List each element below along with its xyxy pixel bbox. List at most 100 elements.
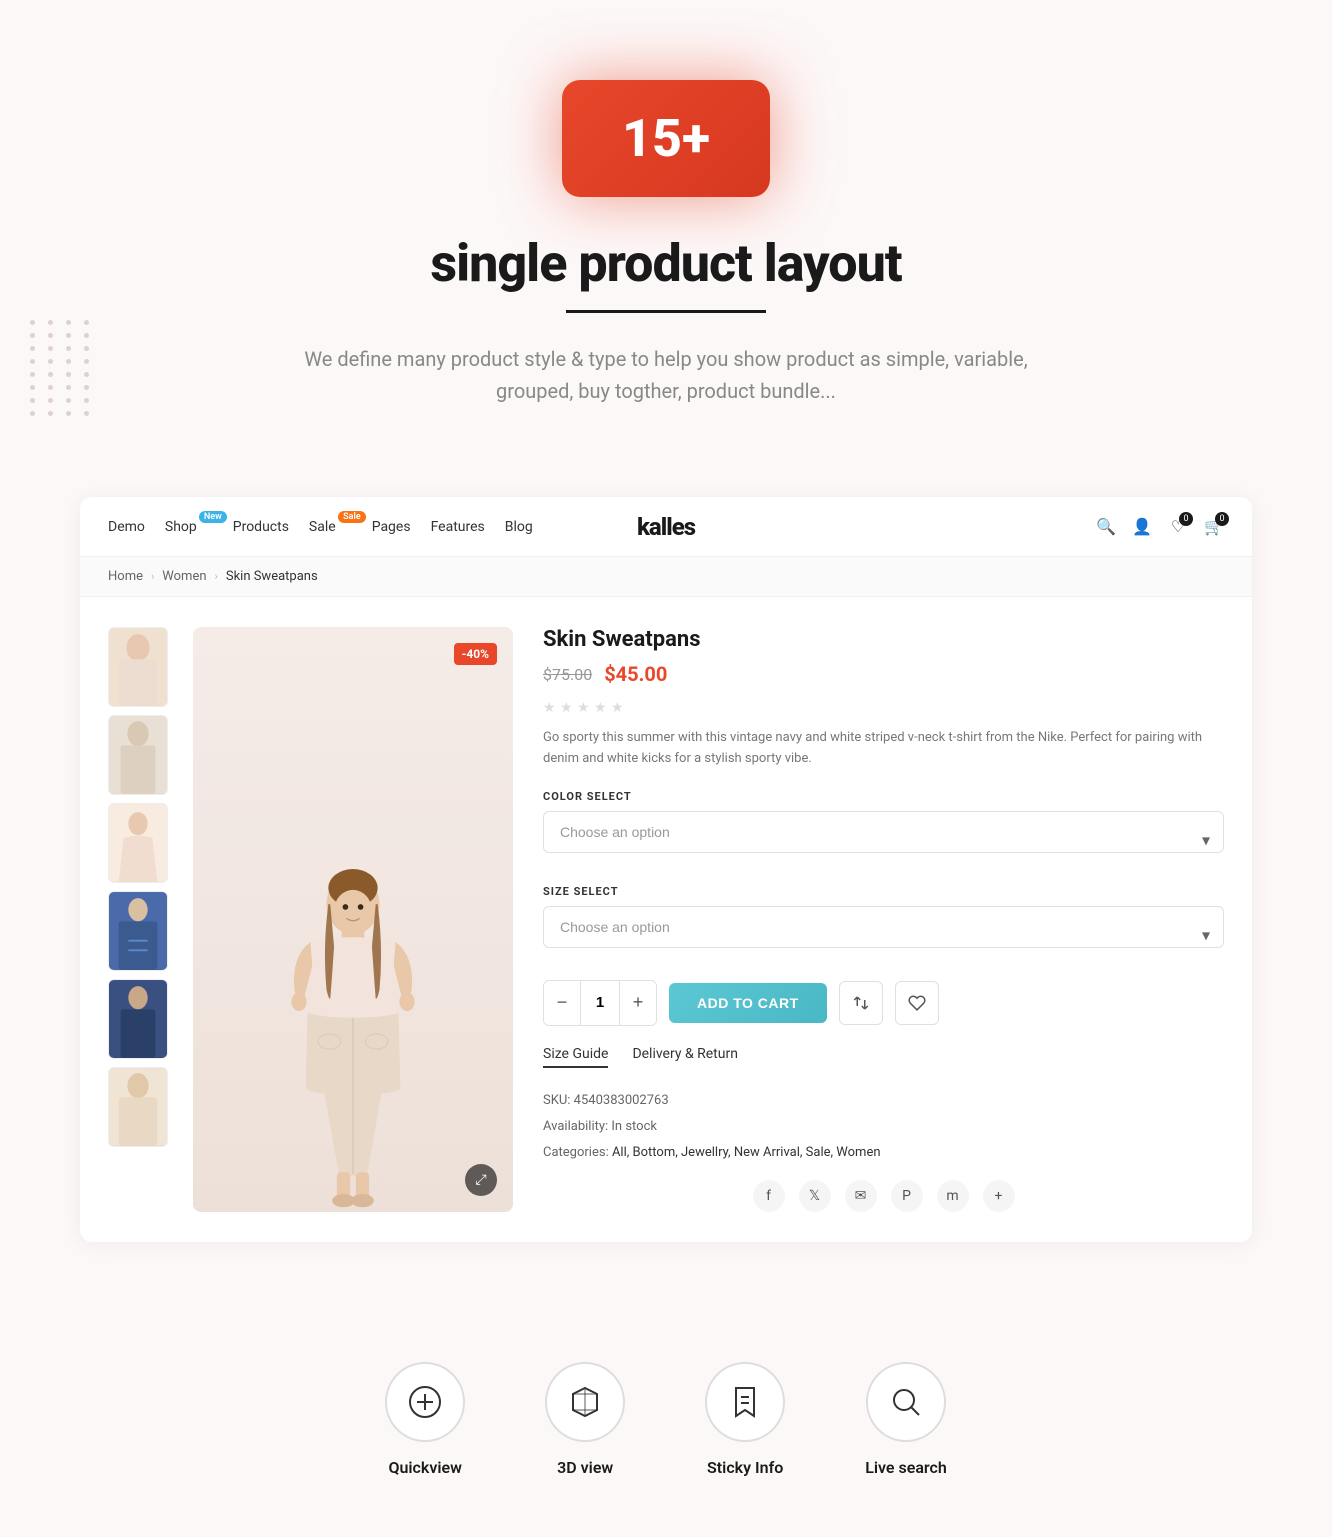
site-logo: kalles xyxy=(637,513,695,541)
thumbnail-3[interactable] xyxy=(108,803,168,883)
star-rating: ★ ★ ★ ★ ★ xyxy=(543,700,1224,714)
product-card: Demo Shop New Products Sale Sale Pages F… xyxy=(80,497,1252,1242)
nav-shop[interactable]: Shop New xyxy=(165,519,213,535)
product-sku: SKU: 4540383002763 xyxy=(543,1088,1224,1114)
account-icon[interactable]: 👤 xyxy=(1132,517,1152,537)
nav-badge-new: New xyxy=(199,511,227,523)
product-tabs: Size Guide Delivery & Return xyxy=(543,1046,1224,1068)
3dview-label: 3D view xyxy=(557,1458,613,1477)
color-select-wrap: Choose an option White Black Pink ▾ xyxy=(543,811,1224,869)
wishlist-button[interactable] xyxy=(895,981,939,1025)
hero-section: 15+ single product layout We define many… xyxy=(0,0,1332,497)
cart-row: − + ADD TO CART xyxy=(543,980,1224,1026)
nav-pages[interactable]: Pages xyxy=(372,519,411,535)
more-icon[interactable]: + xyxy=(983,1180,1015,1212)
tab-size-guide[interactable]: Size Guide xyxy=(543,1046,608,1068)
product-main-image: -40% xyxy=(193,627,513,1212)
breadcrumb-current: Skin Sweatpans xyxy=(226,569,318,584)
nav-features[interactable]: Features xyxy=(431,519,485,535)
title-underline xyxy=(566,310,766,313)
color-select[interactable]: Choose an option White Black Pink xyxy=(543,811,1224,853)
count-badge: 15+ xyxy=(562,80,770,197)
product-figure xyxy=(193,822,513,1212)
feature-quickview: Quickview xyxy=(385,1362,465,1477)
product-meta: SKU: 4540383002763 Availability: In stoc… xyxy=(543,1088,1224,1166)
thumbnail-4[interactable] xyxy=(108,891,168,971)
star-2: ★ xyxy=(560,700,574,714)
email-icon[interactable]: ✉ xyxy=(845,1180,877,1212)
quickview-svg xyxy=(407,1384,443,1420)
quantity-increase-button[interactable]: + xyxy=(620,981,656,1025)
color-select-label: COLOR SELECT xyxy=(543,790,1224,803)
new-price: $45.00 xyxy=(604,662,667,686)
hero-title: single product layout xyxy=(20,233,1312,294)
wishlist-count: 0 xyxy=(1179,512,1193,526)
nav-sale[interactable]: Sale Sale xyxy=(309,519,352,535)
price-row: $75.00 $45.00 xyxy=(543,662,1224,686)
nav-demo[interactable]: Demo xyxy=(108,519,145,535)
star-4: ★ xyxy=(594,700,608,714)
sticky-info-icon[interactable] xyxy=(705,1362,785,1442)
nav-left: Demo Shop New Products Sale Sale Pages F… xyxy=(108,519,1096,535)
quickview-label: Quickview xyxy=(388,1458,462,1477)
product-layout: -40% xyxy=(80,597,1252,1242)
hero-description: We define many product style & type to h… xyxy=(276,343,1056,407)
facebook-icon[interactable]: f xyxy=(753,1180,785,1212)
product-info: Skin Sweatpans $75.00 $45.00 ★ ★ ★ ★ ★ G… xyxy=(533,627,1224,1212)
live-search-icon[interactable] xyxy=(866,1362,946,1442)
product-image-svg xyxy=(243,852,463,1212)
quantity-input[interactable] xyxy=(580,981,620,1025)
size-select-wrap: Choose an option XS S M L XL ▾ xyxy=(543,906,1224,964)
product-name: Skin Sweatpans xyxy=(543,627,1224,652)
star-5: ★ xyxy=(611,700,625,714)
quickview-icon[interactable] xyxy=(385,1362,465,1442)
3dview-svg xyxy=(567,1384,603,1420)
add-to-cart-button[interactable]: ADD TO CART xyxy=(669,983,827,1023)
nav-badge-sale: Sale xyxy=(338,511,366,523)
pinterest-icon[interactable]: P xyxy=(891,1180,923,1212)
live-search-svg xyxy=(888,1384,924,1420)
features-section: Quickview 3D view Sticky Info xyxy=(0,1302,1332,1537)
thumbnail-1[interactable] xyxy=(108,627,168,707)
cart-count: 0 xyxy=(1215,512,1229,526)
thumbnail-6[interactable] xyxy=(108,1067,168,1147)
tab-delivery-return[interactable]: Delivery & Return xyxy=(632,1046,738,1068)
quantity-control: − + xyxy=(543,980,657,1026)
breadcrumb-sep-2: › xyxy=(215,570,218,583)
product-categories: Categories: All, Bottom, Jewellry, New A… xyxy=(543,1140,1224,1166)
breadcrumb-home[interactable]: Home xyxy=(108,569,143,584)
sticky-info-svg xyxy=(727,1384,763,1420)
product-availability: Availability: In stock xyxy=(543,1114,1224,1140)
messenger-icon[interactable]: m xyxy=(937,1180,969,1212)
product-thumbnails xyxy=(108,627,173,1212)
sticky-info-label: Sticky Info xyxy=(707,1458,783,1477)
compare-button[interactable] xyxy=(839,981,883,1025)
nav-products[interactable]: Products xyxy=(233,519,289,535)
thumbnail-2[interactable] xyxy=(108,715,168,795)
breadcrumb: Home › Women › Skin Sweatpans xyxy=(80,557,1252,597)
discount-badge: -40% xyxy=(454,643,497,665)
thumbnail-5[interactable] xyxy=(108,979,168,1059)
size-select-label: SIZE SELECT xyxy=(543,885,1224,898)
feature-live-search: Live search xyxy=(865,1362,947,1477)
3dview-icon[interactable] xyxy=(545,1362,625,1442)
wishlist-icon[interactable]: ♡ 0 xyxy=(1168,517,1188,537)
product-description: Go sporty this summer with this vintage … xyxy=(543,728,1224,770)
breadcrumb-sep-1: › xyxy=(151,570,154,583)
nav-blog[interactable]: Blog xyxy=(505,519,533,535)
size-select[interactable]: Choose an option XS S M L XL xyxy=(543,906,1224,948)
quantity-decrease-button[interactable]: − xyxy=(544,981,580,1025)
breadcrumb-women[interactable]: Women xyxy=(162,569,206,584)
search-icon[interactable]: 🔍 xyxy=(1096,517,1116,537)
cart-icon[interactable]: 🛒 0 xyxy=(1204,517,1224,537)
old-price: $75.00 xyxy=(543,665,592,684)
star-1: ★ xyxy=(543,700,557,714)
expand-button[interactable]: ⤢ xyxy=(465,1164,497,1196)
star-3: ★ xyxy=(577,700,591,714)
twitter-icon[interactable]: 𝕏 xyxy=(799,1180,831,1212)
nav-right: 🔍 👤 ♡ 0 🛒 0 xyxy=(1096,517,1224,537)
navbar: Demo Shop New Products Sale Sale Pages F… xyxy=(80,497,1252,557)
categories-label: Categories: xyxy=(543,1145,612,1160)
feature-3dview: 3D view xyxy=(545,1362,625,1477)
categories-value[interactable]: All, Bottom, Jewellry, New Arrival, Sale… xyxy=(612,1145,881,1160)
